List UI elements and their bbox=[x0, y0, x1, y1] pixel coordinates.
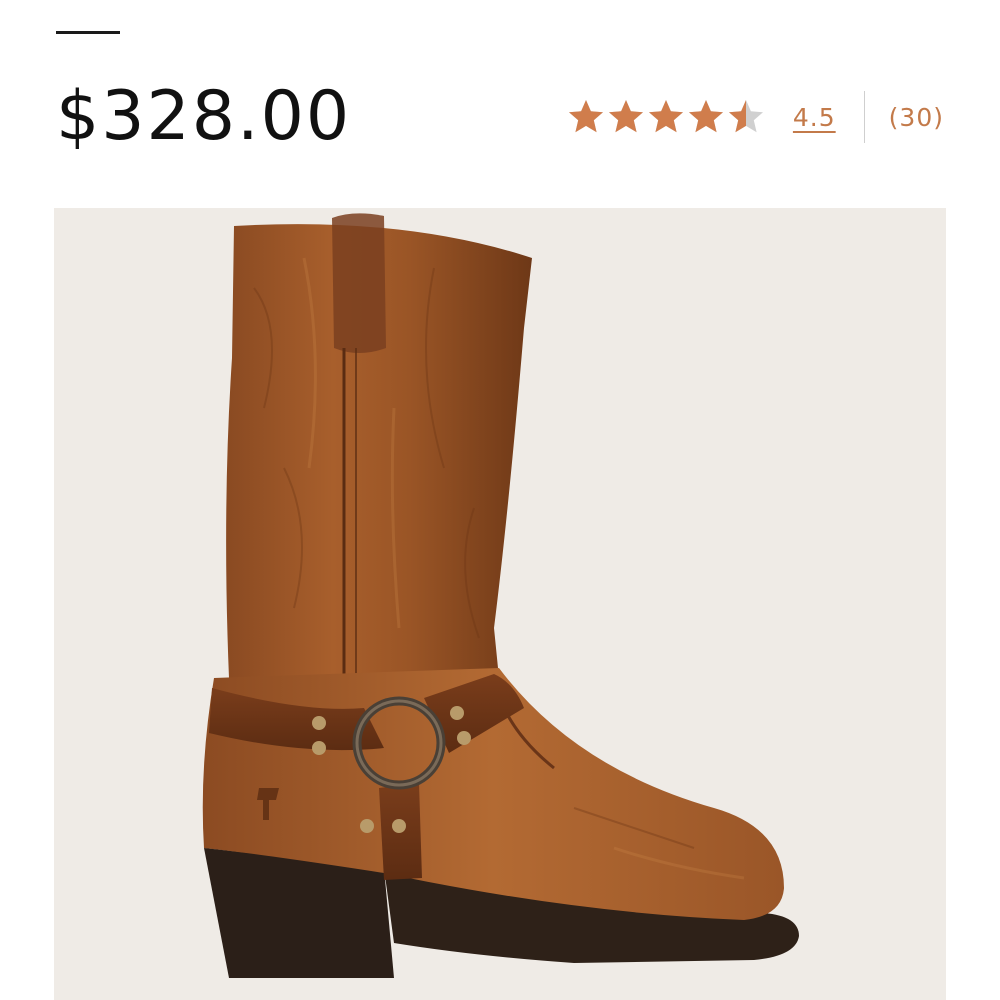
header-divider bbox=[56, 31, 120, 34]
rating-value-link[interactable]: 4.5 bbox=[793, 103, 836, 132]
rating-divider bbox=[863, 91, 865, 143]
price-rating-row: $328.00 4.5 (30) bbox=[56, 72, 944, 162]
rating-stars[interactable] bbox=[567, 98, 765, 136]
star-icon bbox=[728, 100, 763, 133]
star-icon bbox=[608, 100, 643, 133]
product-rating[interactable]: 4.5 (30) bbox=[567, 91, 944, 143]
product-detail-page: $328.00 4.5 (30) bbox=[0, 0, 1000, 1000]
product-image[interactable] bbox=[54, 208, 946, 1000]
star-icon bbox=[688, 100, 723, 133]
star-icon bbox=[568, 100, 603, 133]
star-icon bbox=[648, 100, 683, 133]
boot-illustration bbox=[202, 213, 799, 978]
review-count[interactable]: (30) bbox=[889, 103, 944, 132]
product-price: $328.00 bbox=[56, 77, 352, 156]
